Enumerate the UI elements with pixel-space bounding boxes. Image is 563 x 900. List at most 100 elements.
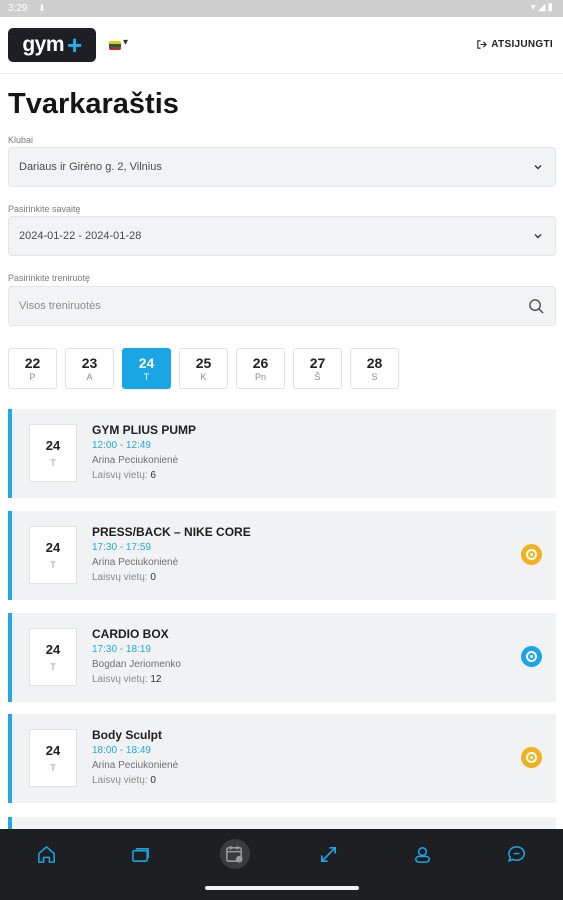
chevron-down-icon[interactable]: ▾	[123, 37, 128, 48]
expand-icon	[320, 846, 336, 862]
session-weekday: T	[50, 662, 56, 672]
nav-chat[interactable]	[469, 829, 563, 879]
day-weekday: Š	[314, 372, 321, 382]
session-time: 18:00 - 18:49	[92, 745, 151, 756]
nav-profile[interactable]	[375, 829, 469, 879]
status-icons: ▾◢▮	[530, 2, 555, 13]
session-spots: Laisvų vietų: 0	[92, 572, 156, 583]
waitlist-status-icon[interactable]	[521, 747, 542, 768]
spots-label: Laisvų vietų:	[92, 775, 148, 786]
cards-icon	[132, 847, 150, 862]
spots-label: Laisvų vietų:	[92, 572, 148, 583]
day-27[interactable]: 27 Š	[293, 348, 342, 389]
session-time: 17:30 - 17:59	[92, 542, 151, 553]
chevron-down-icon	[534, 165, 542, 170]
day-number: 22	[24, 355, 41, 371]
session-card-partial[interactable]	[8, 817, 556, 829]
lithuania-flag-icon[interactable]	[109, 41, 121, 50]
day-number: 27	[309, 355, 326, 371]
logo-plus: +	[67, 30, 82, 60]
session-trainer: Arina Peciukonienė	[92, 557, 179, 568]
day-24-selected[interactable]: 24 T	[122, 348, 171, 389]
day-25[interactable]: 25 K	[179, 348, 228, 389]
session-title: PRESS/BACK – NIKE CORE	[92, 525, 251, 539]
spots-label: Laisvų vietų:	[92, 674, 148, 685]
status-time: 3:29	[8, 3, 28, 14]
session-spots: Laisvų vietų: 12	[92, 674, 162, 685]
day-weekday: T	[143, 372, 150, 382]
session-day: 24	[45, 743, 61, 758]
session-weekday: T	[50, 560, 56, 570]
session-card[interactable]: 24 T GYM PLIUS PUMP 12:00 - 12:49 Arina P…	[8, 409, 556, 498]
nav-expand[interactable]	[281, 829, 375, 879]
day-number: 25	[195, 355, 212, 371]
day-number: 28	[366, 355, 383, 371]
spots-count: 0	[150, 775, 156, 786]
logo-text: gym	[22, 33, 64, 56]
day-selector: 22 P 23 A 24 T 25 K 26 Pn 27 Š 28 S	[8, 348, 399, 389]
week-label: Pasirinkite savaitę	[8, 204, 81, 214]
bottom-navigation	[0, 829, 563, 879]
spots-count: 12	[150, 674, 162, 685]
status-bar: 3:29 ⬇ ▾◢▮	[0, 0, 563, 17]
session-title: GYM PLIUS PUMP	[92, 423, 197, 437]
day-number: 24	[138, 355, 155, 371]
profile-icon	[414, 846, 430, 863]
session-day: 24	[45, 642, 61, 657]
week-value: 2024-01-22 - 2024-01-28	[19, 230, 142, 242]
session-title: Body Sculpt	[92, 728, 163, 742]
nav-schedule[interactable]	[188, 829, 282, 879]
day-weekday: Pn	[254, 372, 266, 382]
club-value: Dariaus ir Girėno g. 2, Vilnius	[19, 161, 162, 173]
gym-plus-logo[interactable]: gym +	[8, 28, 96, 62]
day-weekday: P	[29, 372, 36, 382]
home-gesture-bar[interactable]	[205, 886, 359, 890]
session-card[interactable]: 24 T PRESS/BACK – NIKE CORE 17:30 - 17:59…	[8, 511, 556, 600]
day-23[interactable]: 23 A	[65, 348, 114, 389]
day-number: 23	[81, 355, 98, 371]
session-trainer: Arina Peciukonienė	[92, 760, 179, 771]
spots-count: 0	[150, 572, 156, 583]
schedule-icon	[226, 845, 243, 863]
session-day: 24	[45, 438, 61, 453]
session-weekday: T	[50, 763, 56, 773]
chevron-down-icon	[534, 234, 542, 239]
session-card[interactable]: 24 T CARDIO BOX 17:30 - 18:19 Bogdan Jeri…	[8, 613, 556, 702]
search-icon[interactable]	[528, 298, 545, 315]
day-number: 26	[252, 355, 269, 371]
day-28[interactable]: 28 S	[350, 348, 399, 389]
session-spots: Laisvų vietų: 0	[92, 775, 156, 786]
day-22[interactable]: 22 P	[8, 348, 57, 389]
chat-icon	[507, 845, 525, 862]
session-card[interactable]: 24 T Body Sculpt 18:00 - 18:49 Arina Peci…	[8, 714, 556, 803]
nav-cards[interactable]	[94, 829, 188, 879]
session-day: 24	[45, 540, 61, 555]
session-trainer: Arina Peciukonienė	[92, 455, 179, 466]
session-weekday: T	[50, 458, 56, 468]
day-weekday: A	[86, 372, 93, 382]
workout-search-input[interactable]: Visos treniruotės	[8, 286, 556, 326]
workout-label: Pasirinkite treniruotę	[8, 273, 91, 283]
session-date-box: 24 T	[29, 628, 77, 686]
club-label: Klubai	[8, 135, 34, 145]
spots-count: 6	[150, 470, 156, 481]
session-trainer: Bogdan Jeriomenko	[92, 659, 181, 670]
book-status-icon[interactable]	[521, 646, 542, 667]
week-select[interactable]: 2024-01-22 - 2024-01-28	[8, 216, 556, 256]
gesture-bar-area	[0, 879, 563, 900]
logout-button[interactable]: ATSIJUNGTI	[476, 39, 553, 50]
nav-home[interactable]	[0, 829, 94, 879]
waitlist-status-icon[interactable]	[521, 544, 542, 565]
day-weekday: K	[200, 372, 207, 382]
logout-icon	[477, 40, 488, 49]
session-date-box: 24 T	[29, 424, 77, 482]
day-26[interactable]: 26 Pn	[236, 348, 285, 389]
session-time: 12:00 - 12:49	[92, 440, 151, 451]
club-select[interactable]: Dariaus ir Girėno g. 2, Vilnius	[8, 147, 556, 187]
page-title: Tvarkaraštis	[8, 88, 179, 120]
session-date-box: 24 T	[29, 729, 77, 787]
session-title: CARDIO BOX	[92, 627, 169, 641]
app-header: gym + ▾ ATSIJUNGTI	[0, 17, 563, 74]
spots-label: Laisvų vietų:	[92, 470, 148, 481]
day-weekday: S	[371, 372, 378, 382]
